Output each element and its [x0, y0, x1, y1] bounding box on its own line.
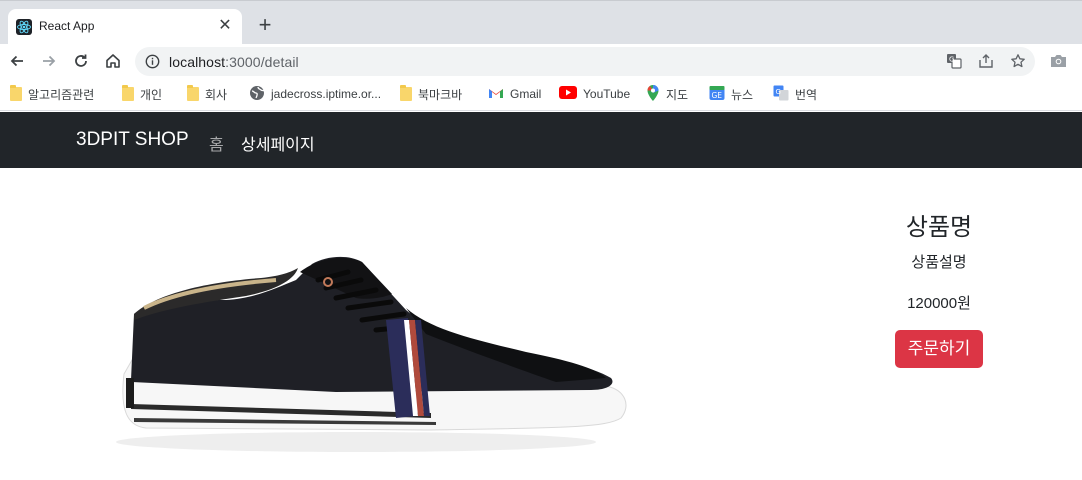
youtube-icon — [559, 86, 577, 102]
address-bar-actions: G — [945, 52, 1027, 72]
browser-tab[interactable]: React App ✕ — [8, 9, 242, 45]
react-favicon-icon — [16, 19, 32, 35]
bookmark-item[interactable]: YouTube — [559, 84, 630, 104]
reload-icon[interactable] — [69, 49, 93, 73]
bookmark-label: 회사 — [205, 87, 228, 102]
url-path: :3000/detail — [225, 54, 299, 70]
bookmark-item[interactable]: GE 뉴스 — [709, 84, 753, 104]
bookmark-label: 북마크바 — [418, 87, 463, 102]
product-name: 상품명 — [905, 214, 973, 241]
home-icon[interactable] — [101, 49, 125, 73]
navbar-brand[interactable]: 3DPIT SHOP — [76, 129, 189, 151]
product-description: 상품설명 — [911, 254, 967, 271]
svg-text:GE: GE — [712, 91, 723, 100]
share-icon[interactable] — [977, 52, 995, 70]
bookmark-label: 지도 — [666, 87, 689, 102]
address-bar[interactable]: localhost:3000/detail G — [135, 47, 1035, 76]
product-price: 120000원 — [907, 295, 971, 312]
new-tab-icon[interactable]: + — [254, 14, 276, 37]
folder-icon — [187, 85, 199, 101]
bookmark-star-icon[interactable] — [1009, 52, 1027, 70]
browser-toolbar: localhost:3000/detail G — [0, 44, 1082, 78]
bookmark-item[interactable]: 북마크바 — [400, 84, 462, 104]
order-button[interactable]: 주문하기 — [894, 330, 984, 368]
news-icon: GE — [709, 85, 725, 104]
sneaker-image — [116, 256, 627, 452]
gmail-icon — [488, 87, 504, 102]
forward-arrow-icon[interactable] — [37, 49, 61, 73]
address-url: localhost:3000/detail — [169, 54, 299, 70]
folder-icon — [400, 85, 412, 101]
globe-icon — [249, 85, 265, 104]
bookmark-item[interactable]: 알고리즘관련 — [10, 84, 94, 104]
close-tab-icon[interactable]: ✕ — [216, 17, 234, 35]
camera-icon[interactable] — [1050, 53, 1067, 73]
product-info: 상품명 상품설명 120000원 주문하기 — [820, 210, 1058, 368]
bookmark-label: jadecross.iptime.or... — [271, 87, 382, 101]
url-host: localhost — [169, 54, 226, 70]
bookmark-item[interactable]: 개인 — [122, 84, 162, 104]
svg-text:G: G — [949, 56, 954, 64]
tab-title: React App — [39, 19, 95, 33]
bookmark-item[interactable]: Gmail — [488, 84, 541, 104]
product-image — [86, 228, 630, 464]
bookmark-label: 뉴스 — [731, 87, 754, 102]
bookmark-item[interactable]: jadecross.iptime.or... — [249, 84, 381, 104]
svg-text:G: G — [776, 88, 781, 96]
translate-page-icon[interactable]: G — [945, 52, 963, 70]
bookmark-label: Gmail — [510, 87, 542, 101]
bookmark-item[interactable]: 지도 — [646, 84, 688, 104]
folder-icon — [122, 85, 134, 101]
back-arrow-icon[interactable] — [5, 49, 29, 73]
bookmark-label: 알고리즘관련 — [28, 87, 95, 102]
translate-icon: G — [773, 85, 789, 104]
site-info-icon[interactable] — [145, 54, 160, 74]
bookmark-label: YouTube — [583, 87, 631, 101]
nav-link-home[interactable]: 홈 — [209, 131, 224, 155]
bookmarks-bar: 알고리즘관련 개인 회사 jadecross.iptime.or... 북마크바… — [0, 78, 1082, 111]
bookmark-label: 개인 — [140, 87, 163, 102]
bookmark-label: 번역 — [795, 87, 818, 102]
bookmark-item[interactable]: 회사 — [187, 84, 227, 104]
bookmark-item[interactable]: G 번역 — [773, 84, 817, 104]
nav-link-detail[interactable]: 상세페이지 — [241, 131, 315, 155]
maps-icon — [646, 84, 660, 105]
browser-tab-strip: React App ✕ + — [0, 0, 1082, 45]
app-navbar: 3DPIT SHOP 홈 상세페이지 — [0, 112, 1082, 168]
folder-icon — [10, 85, 22, 101]
